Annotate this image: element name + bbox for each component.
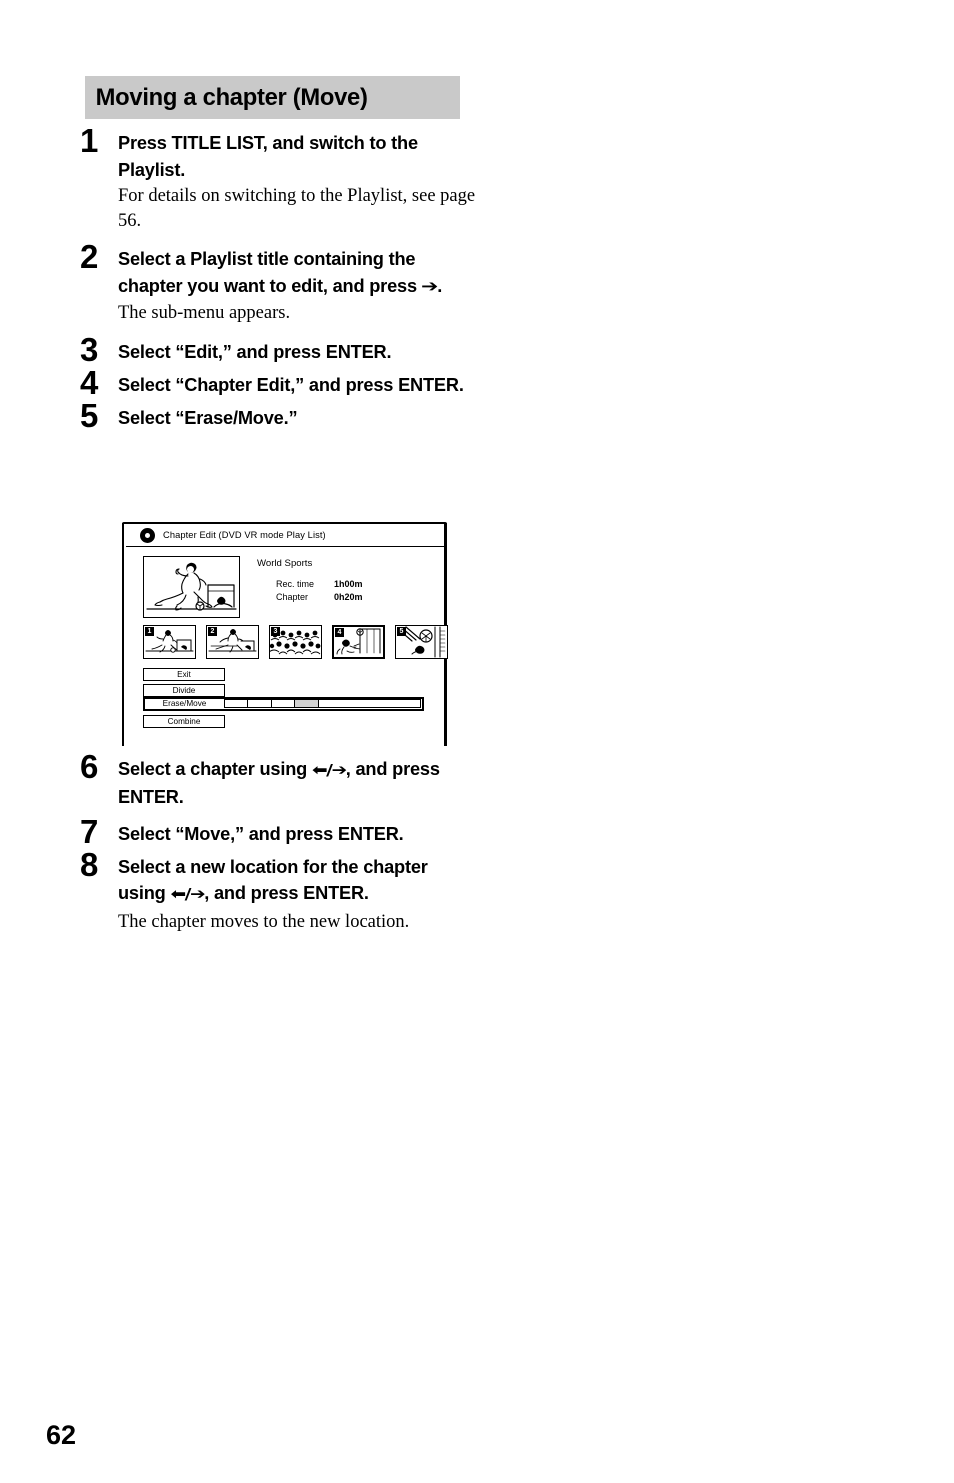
step-3: 3 Select “Edit,” and press ENTER.	[80, 333, 480, 366]
screen-title-bar: Chapter Edit (DVD VR mode Play List)	[126, 524, 444, 547]
chapter-5-number-badge: 5	[397, 627, 406, 636]
step-4: 4 Select “Chapter Edit,” and press ENTER…	[80, 366, 480, 399]
step-1: 1 Press TITLE LIST, and switch to the Pl…	[80, 124, 480, 233]
step-2-number: 2	[80, 238, 99, 276]
chapter-1-number-badge: 1	[145, 627, 154, 636]
step-5-number: 5	[80, 396, 99, 434]
info-row-chapter: Chapter 0h20m	[257, 591, 363, 604]
progress-segment-1	[225, 700, 249, 707]
left-right-arrow-icon-2: ⬅/➔	[170, 885, 205, 904]
step-1-number: 1	[80, 122, 99, 159]
rec-time-value: 1h00m	[334, 579, 363, 589]
chapter-thumbnail-1[interactable]: 1	[143, 625, 196, 659]
page-number: 62	[46, 1420, 77, 1450]
chapter-thumbnail-2[interactable]: 2	[206, 625, 259, 659]
main-preview-thumbnail	[143, 556, 240, 618]
steps-list-lower: 6 Select a chapter using ⬅/➔, and press …	[80, 750, 480, 936]
step-2: 2 Select a Playlist title containing the…	[80, 240, 480, 325]
chapter-label: Chapter	[276, 592, 309, 603]
section-heading-band: Moving a chapter (Move)	[85, 76, 460, 119]
screen-content: Chapter Edit (DVD VR mode Play List) Wor…	[124, 524, 448, 744]
step-7-title: Select “Move,” and press ENTER.	[118, 822, 404, 844]
chapter-value: 0h20m	[334, 592, 363, 603]
menu-item-exit[interactable]: Exit	[143, 668, 225, 681]
step-3-number: 3	[80, 331, 99, 369]
left-right-arrow-icon: ⬅/➔	[311, 761, 347, 779]
step-7-number: 7	[80, 812, 99, 850]
step-2-title: Select a Playlist title containing the c…	[118, 246, 475, 299]
title-info-block: World Sports Rec. time 1h00m Chapter 0h2…	[257, 558, 363, 604]
step-4-title: Select “Chapter Edit,” and press ENTER.	[118, 373, 464, 395]
chapter-thumbnail-4[interactable]: 4	[332, 625, 385, 659]
right-arrow-icon: ➔	[421, 276, 438, 296]
steps-list-upper: 1 Press TITLE LIST, and switch to the Pl…	[80, 124, 480, 433]
step-6-number: 6	[80, 748, 99, 785]
soccer-player-illustration	[146, 562, 237, 611]
menu-item-erase-move[interactable]: Erase/Move	[143, 696, 424, 711]
step-8-note: The chapter moves to the new location.	[118, 911, 410, 932]
step-3-title: Select “Edit,” and press ENTER.	[118, 341, 392, 363]
step-6: 6 Select a chapter using ⬅/➔, and press …	[80, 750, 480, 811]
chapter-3-number-badge: 3	[271, 627, 280, 636]
step-5-title: Select “Erase/Move.”	[118, 406, 298, 428]
step-8-number: 8	[80, 845, 99, 883]
step-7: 7 Select “Move,” and press ENTER.	[80, 815, 480, 848]
menu-item-erase-move-label: Erase/Move	[162, 699, 207, 708]
rec-time-label: Rec. time	[276, 579, 315, 589]
progress-segment-3	[272, 700, 296, 707]
chapter-thumbnail-strip: 1 2 3 4 5	[143, 625, 448, 659]
chapter-thumbnail-3[interactable]: 3	[269, 625, 322, 659]
step-2-title-text-b: .	[437, 275, 443, 297]
info-row-rec-time: Rec. time 1h00m	[257, 578, 363, 591]
chapter-edit-screen-illustration: Chapter Edit (DVD VR mode Play List) Wor…	[122, 518, 448, 746]
screen-title-bar-text: Chapter Edit (DVD VR mode Play List)	[163, 530, 326, 540]
step-8: 8 Select a new location for the chapter …	[80, 848, 480, 935]
step-1-title: Press TITLE LIST, and switch to the Play…	[118, 132, 418, 180]
chapter-4-number-badge: 4	[335, 628, 344, 637]
disc-icon	[140, 527, 155, 543]
step-2-note: The sub-menu appears.	[118, 302, 291, 323]
menu-item-divide[interactable]: Divide	[143, 683, 225, 697]
step-5: 5 Select “Erase/Move.”	[80, 399, 480, 432]
step-6-title: Select a chapter using ⬅/➔, and press EN…	[118, 756, 475, 811]
page-title: Moving a chapter (Move)	[95, 83, 368, 111]
chapter-thumbnail-5[interactable]: 5	[395, 625, 448, 659]
step-8-title-text-b: , and press ENTER.	[204, 882, 369, 904]
step-8-title: Select a new location for the chapter us…	[118, 854, 475, 909]
playlist-title: World Sports	[257, 558, 313, 569]
step-6-title-text-a: Select a chapter using	[118, 758, 312, 779]
progress-segment-5	[319, 700, 420, 707]
progress-segment-4-selected	[295, 700, 319, 707]
step-2-title-text-a: Select a Playlist title containing the c…	[118, 248, 422, 297]
step-1-note: For details on switching to the Playlist…	[118, 186, 476, 231]
chapter-2-number-badge: 2	[208, 627, 217, 636]
chapter-progress-bar[interactable]	[224, 699, 421, 708]
step-4-number: 4	[80, 363, 99, 401]
progress-segment-2	[248, 700, 272, 707]
menu-item-combine[interactable]: Combine	[143, 714, 225, 728]
